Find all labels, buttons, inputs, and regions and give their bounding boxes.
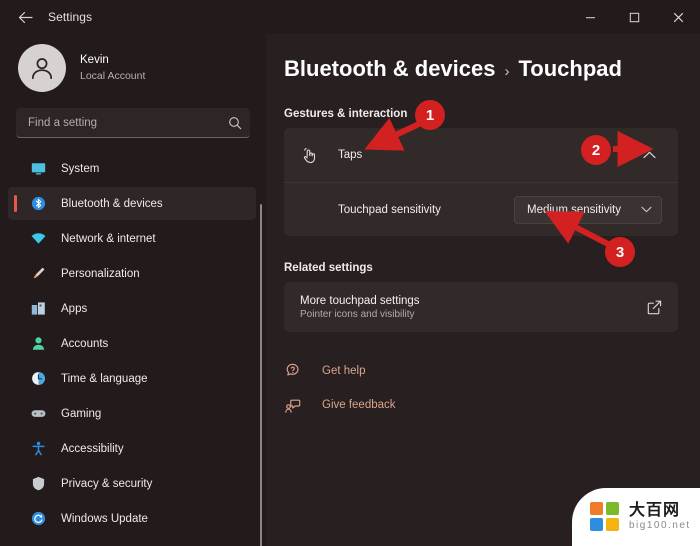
account-type: Local Account xyxy=(80,69,146,82)
get-help-label: Get help xyxy=(322,365,366,377)
taps-row[interactable]: Taps xyxy=(284,128,678,182)
sidebar-item-system[interactable]: System xyxy=(8,152,256,185)
accessibility-icon xyxy=(30,440,47,457)
touchpad-sensitivity-row: Touchpad sensitivity Medium sensitivity xyxy=(284,182,678,236)
account-text: Kevin Local Account xyxy=(80,53,145,83)
maximize-icon xyxy=(629,12,639,22)
search-input[interactable] xyxy=(28,116,228,129)
window-body: Kevin Local Account S xyxy=(0,34,700,546)
sidebar-item-gaming[interactable]: Gaming xyxy=(8,397,256,430)
external-link-icon xyxy=(647,300,662,315)
sidebar-nav: System Bluetooth & devices Network & int… xyxy=(0,152,266,535)
minimize-icon xyxy=(585,16,595,18)
breadcrumb: Bluetooth & devices › Touchpad xyxy=(284,56,678,82)
update-icon xyxy=(30,510,47,527)
watermark-logo-icon xyxy=(590,502,620,532)
taps-label: Taps xyxy=(338,149,363,161)
close-icon xyxy=(673,12,683,22)
sidebar: Kevin Local Account S xyxy=(0,34,266,546)
help-icon xyxy=(284,362,302,380)
minimize-button[interactable] xyxy=(568,0,612,34)
account-icon xyxy=(30,335,47,352)
touchpad-sensitivity-label: Touchpad sensitivity xyxy=(338,203,441,216)
search-icon xyxy=(228,116,242,130)
watermark: 大百网 big100.net xyxy=(572,488,700,546)
account-block[interactable]: Kevin Local Account xyxy=(0,38,266,102)
taps-expand-button[interactable] xyxy=(636,142,662,168)
tap-gesture-icon xyxy=(300,146,318,164)
sidebar-item-label: Accessibility xyxy=(61,442,124,455)
arrow-left-icon xyxy=(18,11,33,23)
gestures-card: Taps Touchpad sensitivity Medium sensiti… xyxy=(284,128,678,236)
sidebar-item-label: Windows Update xyxy=(61,512,148,525)
shield-icon xyxy=(30,475,47,492)
breadcrumb-root[interactable]: Bluetooth & devices xyxy=(284,56,495,82)
avatar xyxy=(18,44,66,92)
sidebar-item-windows-update[interactable]: Windows Update xyxy=(8,502,256,535)
watermark-text: 大百网 big100.net xyxy=(629,501,691,531)
sidebar-item-network-internet[interactable]: Network & internet xyxy=(8,222,256,255)
brush-icon xyxy=(30,265,47,282)
person-avatar-icon xyxy=(31,58,53,80)
sidebar-item-time-language[interactable]: Time & language xyxy=(8,362,256,395)
account-name: Kevin xyxy=(80,54,109,67)
sidebar-item-privacy-security[interactable]: Privacy & security xyxy=(8,467,256,500)
sidebar-scrollbar[interactable] xyxy=(260,204,262,546)
feedback-icon xyxy=(284,396,302,414)
sidebar-item-label: System xyxy=(61,162,100,175)
watermark-en: big100.net xyxy=(629,519,691,531)
breadcrumb-separator: › xyxy=(504,63,510,80)
back-button[interactable] xyxy=(8,2,42,32)
main-content: Bluetooth & devices › Touchpad Gestures … xyxy=(266,34,700,546)
link-card-text: More touchpad settings Pointer icons and… xyxy=(300,295,420,320)
give-feedback-link[interactable]: Give feedback xyxy=(284,392,678,418)
clock-icon xyxy=(30,370,47,387)
gestures-section-header: Gestures & interaction xyxy=(284,108,408,120)
window-controls xyxy=(568,0,700,34)
gamepad-icon xyxy=(30,405,47,422)
sidebar-item-label: Bluetooth & devices xyxy=(61,197,163,210)
apps-icon xyxy=(30,300,47,317)
sidebar-item-apps[interactable]: Apps xyxy=(8,292,256,325)
sidebar-item-bluetooth-devices[interactable]: Bluetooth & devices xyxy=(8,187,256,220)
sidebar-item-label: Apps xyxy=(61,302,88,315)
app-title: Settings xyxy=(48,10,93,24)
watermark-cn: 大百网 xyxy=(629,501,681,519)
get-help-link[interactable]: Get help xyxy=(284,358,678,384)
related-settings-header: Related settings xyxy=(284,262,373,274)
close-button[interactable] xyxy=(656,0,700,34)
sidebar-item-label: Privacy & security xyxy=(61,477,153,490)
sidebar-item-personalization[interactable]: Personalization xyxy=(8,257,256,290)
more-touchpad-settings-card[interactable]: More touchpad settings Pointer icons and… xyxy=(284,282,678,332)
search-box[interactable] xyxy=(16,108,250,138)
touchpad-sensitivity-value: Medium sensitivity xyxy=(527,203,621,216)
sidebar-item-accessibility[interactable]: Accessibility xyxy=(8,432,256,465)
chevron-up-icon xyxy=(642,151,656,159)
settings-window: Settings Kevin Local Account Find a sett… xyxy=(0,0,700,546)
title-bar: Settings xyxy=(0,0,700,34)
monitor-icon xyxy=(30,160,47,177)
more-touchpad-settings-subtitle: Pointer icons and visibility xyxy=(300,308,415,320)
bluetooth-icon xyxy=(30,195,47,212)
sidebar-item-label: Gaming xyxy=(61,407,102,420)
more-touchpad-settings-title: More touchpad settings xyxy=(300,294,420,307)
sidebar-item-label: Personalization xyxy=(61,267,140,280)
give-feedback-label: Give feedback xyxy=(322,399,396,411)
chevron-down-icon xyxy=(641,206,652,213)
touchpad-sensitivity-dropdown[interactable]: Medium sensitivity xyxy=(514,195,662,224)
sidebar-item-accounts[interactable]: Accounts xyxy=(8,327,256,360)
maximize-button[interactable] xyxy=(612,0,656,34)
sidebar-item-label: Accounts xyxy=(61,337,109,350)
footer-links: Get help Give feedback xyxy=(284,358,678,418)
sidebar-item-label: Network & internet xyxy=(61,232,156,245)
sidebar-item-label: Time & language xyxy=(61,372,148,385)
wifi-icon xyxy=(30,230,47,247)
page-title: Touchpad xyxy=(518,56,622,81)
